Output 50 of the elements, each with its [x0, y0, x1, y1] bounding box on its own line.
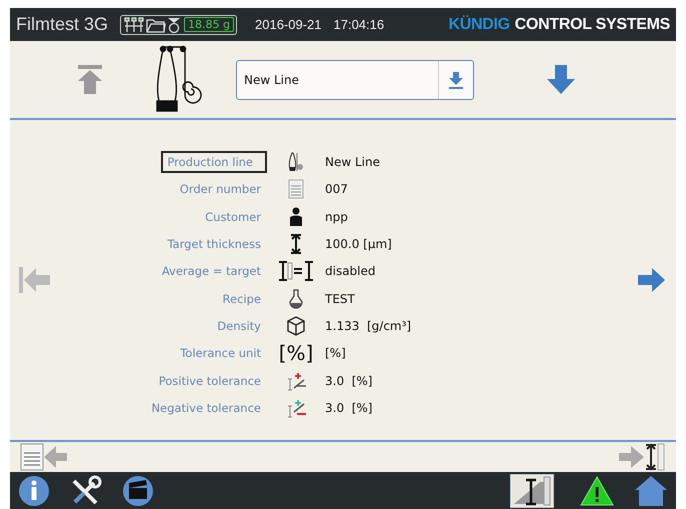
logo-text: CONTROL SYSTEMS [514, 16, 670, 34]
field-label[interactable]: Negative tolerance [145, 397, 267, 420]
field-label[interactable]: Positive tolerance [152, 370, 267, 392]
field-value: 1.133 [g/cm³] [325, 319, 412, 334]
time-text: 17:04:16 [334, 17, 384, 32]
field-value: 100.0 [µm] [325, 236, 393, 251]
field-value: [%] [325, 346, 347, 360]
field-label[interactable]: Order number [174, 178, 267, 200]
warning-icon[interactable] [580, 476, 614, 506]
positive-tolerance-icon [285, 370, 307, 391]
negative-tolerance-icon [285, 398, 307, 418]
production-line-icon [288, 152, 304, 172]
field-value: disabled [325, 264, 377, 278]
weight-reading: 18.85 g [184, 17, 234, 32]
percent-unit-text: [%] [278, 341, 314, 366]
home-icon[interactable] [634, 474, 668, 506]
cube-icon [287, 316, 305, 336]
down-arrow-icon[interactable] [546, 64, 576, 94]
flask-icon [289, 288, 303, 309]
average-equals-target-icon [278, 261, 314, 282]
field-value: New Line [325, 154, 381, 169]
scale-icon [167, 16, 182, 32]
person-icon [289, 206, 303, 227]
measurement-icon[interactable] [510, 474, 554, 508]
line-dropdown[interactable]: New Line [236, 60, 474, 100]
network-icon [123, 16, 146, 32]
clapperboard-icon[interactable] [122, 474, 154, 506]
next-arrow-icon[interactable] [638, 267, 666, 293]
field-label[interactable]: Recipe [216, 288, 267, 310]
app-title: Filmtest 3G [16, 14, 108, 35]
field-label[interactable]: Density [211, 315, 267, 338]
field-value: 007 [325, 182, 349, 196]
document-back-icon[interactable] [20, 443, 68, 471]
tools-icon[interactable] [70, 474, 102, 506]
thickness-forward-icon[interactable] [618, 443, 666, 471]
logo-brand: KÜNDIG [448, 16, 510, 34]
date-text: 2016-09-21 [255, 17, 322, 32]
field-label[interactable]: Tolerance unit [174, 342, 267, 364]
folder-icon [146, 16, 166, 32]
info-icon[interactable] [18, 474, 50, 506]
thickness-icon [290, 234, 302, 254]
field-value: 3.0 [%] [325, 401, 374, 416]
field-label[interactable]: Production line [161, 150, 267, 173]
field-label[interactable]: Average = target [156, 260, 267, 282]
field-label[interactable]: Customer [199, 206, 267, 228]
field-value: TEST [325, 292, 356, 306]
field-value: 3.0 [%] [325, 374, 374, 388]
field-value: npp [325, 210, 349, 224]
document-icon [288, 179, 304, 200]
field-label[interactable]: Target thickness [161, 232, 267, 255]
